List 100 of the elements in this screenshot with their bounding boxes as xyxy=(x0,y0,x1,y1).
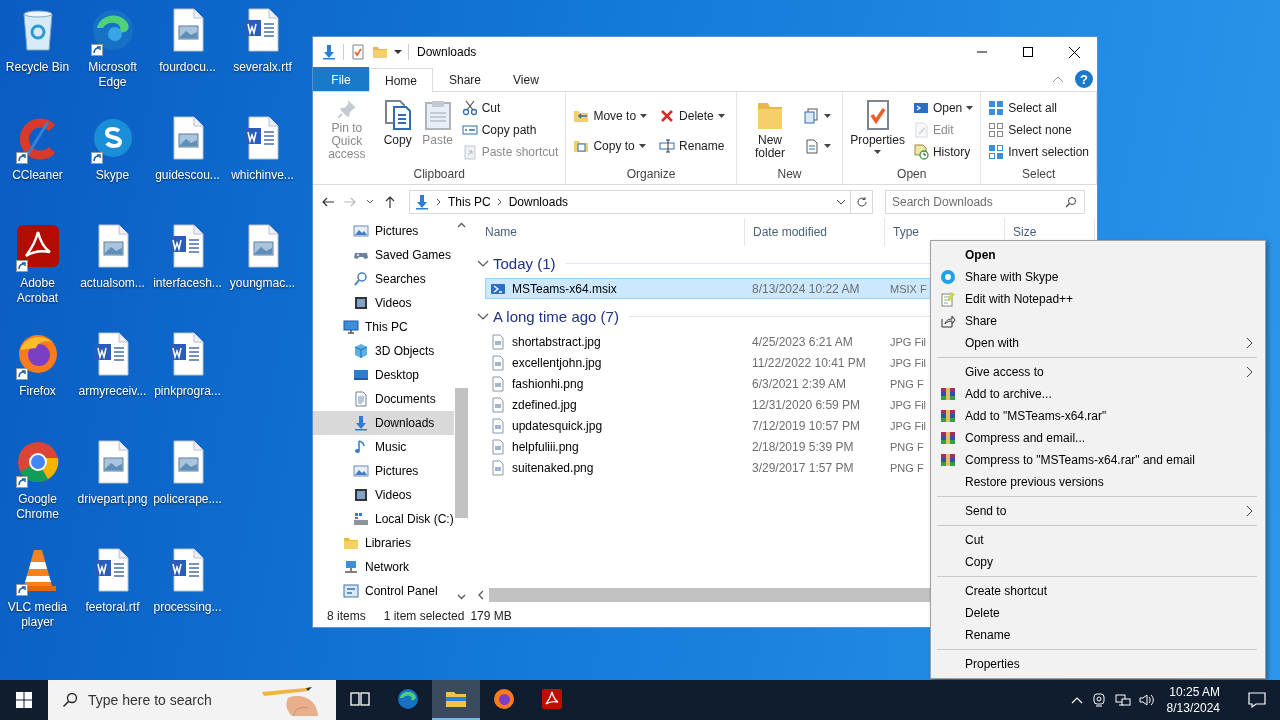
ribbon-button[interactable]: Copy xyxy=(378,95,417,163)
menu-item[interactable]: Compress to "MSTeams-x64.rar" and email xyxy=(931,449,1265,471)
ribbon-tab[interactable]: Share xyxy=(433,67,498,91)
group-header[interactable]: A long time ago (7) xyxy=(493,307,619,325)
ribbon-button[interactable]: History xyxy=(909,141,977,163)
date-cell-text: 7/12/2019 10:57 PM xyxy=(751,418,862,433)
menu-item[interactable]: Copy xyxy=(931,551,1265,573)
caret-icon xyxy=(717,113,725,119)
nav-item[interactable]: 3D Objects xyxy=(313,339,454,363)
menu-item[interactable]: Open with xyxy=(931,332,1265,354)
menu-item[interactable]: Compress and email... xyxy=(931,427,1265,449)
nav-item[interactable]: Documents xyxy=(313,387,454,411)
menu-item[interactable]: Give access to xyxy=(931,361,1265,383)
chevron-right-icon xyxy=(496,197,503,206)
caret-icon[interactable] xyxy=(394,49,402,55)
invert-selection-icon xyxy=(988,144,1005,160)
refresh-button[interactable] xyxy=(851,189,873,214)
column-header[interactable]: Date modified xyxy=(745,218,885,246)
menu-item[interactable]: Properties xyxy=(931,653,1265,675)
skype-icon xyxy=(940,269,956,285)
group-header[interactable]: Today (1) xyxy=(493,254,556,272)
nav-item[interactable]: Control Panel xyxy=(313,579,454,603)
path-icon xyxy=(461,122,478,138)
menu-item[interactable]: Delete xyxy=(931,602,1265,624)
nav-item[interactable]: Pictures xyxy=(313,219,454,243)
chevron-up-icon[interactable] xyxy=(1070,696,1083,704)
folder-icon xyxy=(372,44,388,60)
nav-item[interactable]: Libraries xyxy=(313,531,454,555)
collapse-ribbon-icon[interactable] xyxy=(1053,76,1063,82)
scroll-down-icon[interactable] xyxy=(457,594,466,600)
nav-item[interactable]: Videos xyxy=(313,291,454,315)
breadcrumb[interactable]: Downloads xyxy=(508,194,569,209)
new-item-icon xyxy=(804,108,821,124)
search-field[interactable]: Search Downloads xyxy=(885,189,1085,214)
column-header[interactable]: Name xyxy=(477,218,745,246)
ribbon-button[interactable]: Invert selection xyxy=(985,141,1092,163)
menu-item[interactable]: Open xyxy=(931,244,1265,266)
nav-item[interactable]: Desktop xyxy=(313,363,454,387)
nav-item[interactable]: This PC xyxy=(313,315,454,339)
file-icon xyxy=(490,438,506,455)
type-cell-text: JPG Fil xyxy=(889,398,927,411)
edge-icon xyxy=(396,687,420,711)
file-name: shortabstract.jpg xyxy=(512,334,601,349)
taskbar-app-button[interactable] xyxy=(432,680,480,720)
file-name: fashionhi.png xyxy=(512,376,584,391)
scroll-left-icon[interactable] xyxy=(477,590,485,600)
menu-item[interactable]: Add to archive... xyxy=(931,383,1265,405)
menu-item[interactable]: Rename xyxy=(931,624,1265,646)
breadcrumb[interactable]: This PC xyxy=(448,194,491,209)
cube-icon xyxy=(353,343,369,359)
ribbon-button[interactable]: Select none xyxy=(985,119,1092,141)
nav-item[interactable]: Network xyxy=(313,555,454,579)
ribbon-tab[interactable]: View xyxy=(497,67,555,91)
ribbon-button[interactable]: Open xyxy=(909,97,977,119)
nav-item[interactable]: Pictures xyxy=(313,459,454,483)
file-icon xyxy=(490,396,506,413)
nav-item[interactable]: Videos xyxy=(313,483,454,507)
icon-label: Recycle Bin xyxy=(4,60,71,75)
menu-item[interactable]: Cut xyxy=(931,529,1265,551)
nav-item[interactable]: Downloads xyxy=(313,411,454,435)
icon-label: actualsom... xyxy=(79,276,146,291)
shortcut-arrow-icon xyxy=(15,260,28,272)
type-cell-text: JPG Fil xyxy=(889,335,927,348)
scroll-up-icon[interactable] xyxy=(457,222,466,228)
ribbon-button[interactable]: Properties xyxy=(847,95,908,163)
ribbon-button[interactable]: Select all xyxy=(985,97,1092,119)
date-cell-text: 4/25/2023 6:21 AM xyxy=(751,334,854,349)
help-button[interactable]: ? xyxy=(1075,70,1093,88)
clock-time[interactable]: 10:25 AM xyxy=(1169,684,1220,700)
icon-label: Adobe Acrobat xyxy=(15,276,60,306)
ribbon-button[interactable]: Copy to xyxy=(570,135,651,157)
icon-label: processing... xyxy=(152,600,223,615)
file-menu-tab[interactable]: File xyxy=(313,67,369,91)
film-icon xyxy=(353,295,369,311)
volume-icon[interactable] xyxy=(1138,692,1155,708)
menu-item[interactable]: Create shortcut xyxy=(931,580,1265,602)
ribbon-button[interactable]: Copy path xyxy=(458,119,562,141)
picture-icon xyxy=(353,463,369,479)
ribbon-button[interactable]: Rename xyxy=(656,135,728,157)
menu-item[interactable]: Send to xyxy=(931,500,1265,522)
archive-icon xyxy=(940,452,956,468)
document-icon xyxy=(353,391,369,407)
nav-item[interactable]: Searches xyxy=(313,267,454,291)
ribbon-tab[interactable]: Home xyxy=(369,68,433,92)
ribbon-button[interactable]: Cut xyxy=(458,97,562,119)
menu-item[interactable]: Share xyxy=(931,310,1265,332)
nav-item[interactable]: Music xyxy=(313,435,454,459)
nav-item[interactable]: Saved Games xyxy=(313,243,454,267)
address-bar[interactable]: This PC Downloads xyxy=(409,189,851,214)
ribbon-button[interactable]: Move to xyxy=(570,105,651,127)
nav-item[interactable]: Local Disk (C:) xyxy=(313,507,454,531)
clock-date[interactable]: 8/13/2024 xyxy=(1166,700,1220,716)
date-cell-text: 3/29/2017 1:57 PM xyxy=(751,460,855,475)
menu-item[interactable]: Add to "MSTeams-x64.rar" xyxy=(931,405,1265,427)
ribbon-button[interactable]: Delete xyxy=(656,105,728,127)
camera-icon[interactable] xyxy=(1090,692,1107,708)
ribbon-button[interactable]: New folder xyxy=(740,95,800,163)
menu-item[interactable]: Restore previous versions xyxy=(931,471,1265,493)
scrollbar-thumb[interactable] xyxy=(455,388,468,518)
network-icon[interactable] xyxy=(1114,692,1131,708)
